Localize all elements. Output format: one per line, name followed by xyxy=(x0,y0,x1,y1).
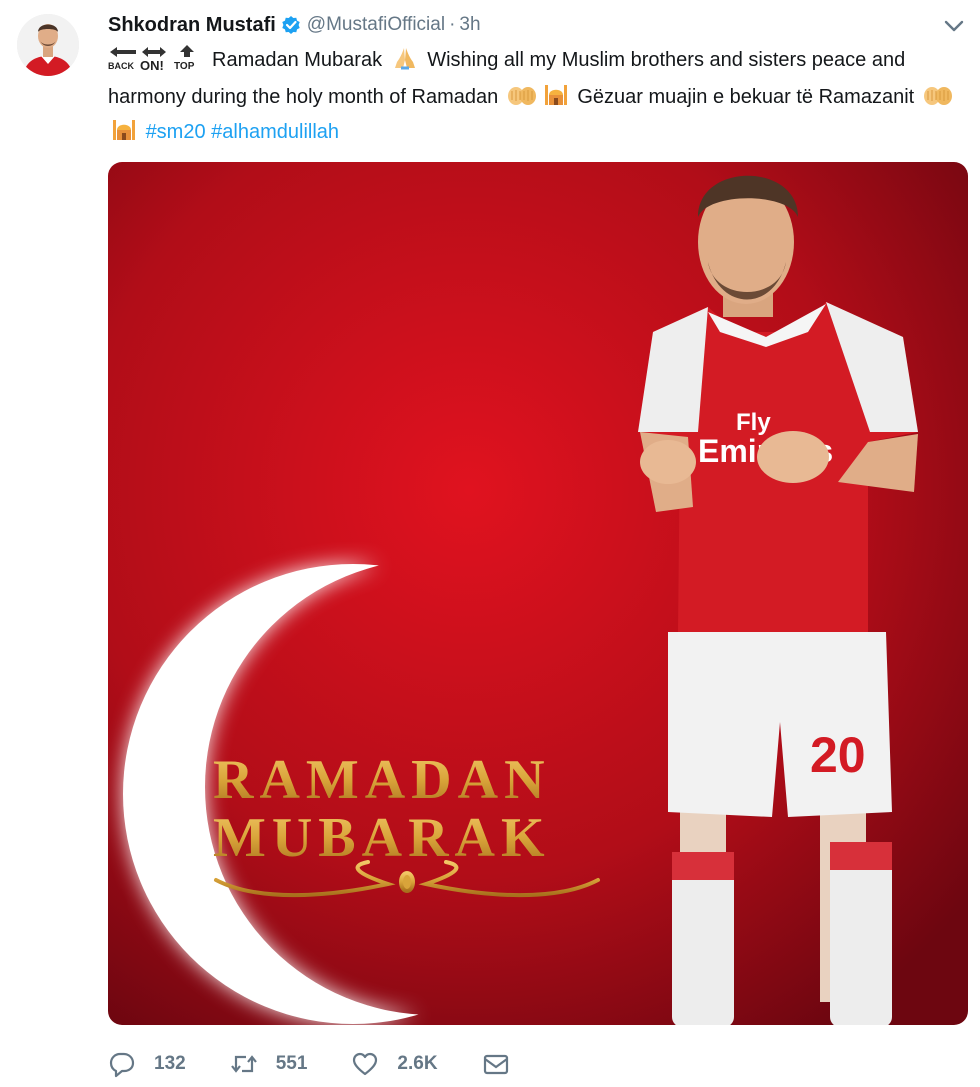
folded-hands-emoji xyxy=(391,46,419,79)
retweet-icon xyxy=(230,1055,257,1073)
reply-icon xyxy=(109,1052,135,1078)
retweet-count: 551 xyxy=(275,1053,308,1074)
poster-headline-1: RAMADAN xyxy=(213,749,551,811)
tweet-media-image[interactable]: 20 Fly Emirates RAMADAN xyxy=(108,162,968,1025)
svg-text:Fly: Fly xyxy=(736,409,771,436)
svg-text:20: 20 xyxy=(810,727,866,783)
verified-badge-icon xyxy=(281,15,301,35)
ramadan-poster: 20 Fly Emirates RAMADAN xyxy=(108,162,968,1025)
tweet-header: Shkodran Mustafi @MustafiOfficial · 3h xyxy=(108,10,481,40)
palms-up-emoji xyxy=(507,85,537,116)
svg-text:BACK: BACK xyxy=(108,61,134,71)
poster-headline-2: MUBARAK xyxy=(213,807,551,869)
like-button[interactable]: 2.6K xyxy=(351,1050,438,1078)
tweet[interactable]: Shkodran Mustafi @MustafiOfficial · 3h B… xyxy=(0,0,980,1087)
avatar-image xyxy=(17,14,79,76)
message-icon xyxy=(483,1054,508,1075)
tweet-text-part-1: Ramadan Mubarak xyxy=(212,49,383,71)
timestamp[interactable]: 3h xyxy=(459,14,480,36)
palms-up-emoji xyxy=(923,85,953,116)
reply-button[interactable]: 132 xyxy=(108,1050,186,1078)
user-handle[interactable]: @MustafiOfficial xyxy=(307,14,445,36)
hashtag-alhamdulillah[interactable]: #alhamdulillah xyxy=(211,121,339,143)
hashtag-sm20[interactable]: #sm20 xyxy=(146,121,206,143)
mosque-emoji xyxy=(543,81,569,116)
display-name[interactable]: Shkodran Mustafi xyxy=(108,14,276,37)
avatar[interactable] xyxy=(17,14,79,76)
svg-text:TOP: TOP xyxy=(174,61,195,72)
chevron-down-icon[interactable] xyxy=(942,16,966,36)
tweet-text: BACK ON! TOP Ramadan Mubarak Wishing all… xyxy=(108,44,968,151)
message-button[interactable] xyxy=(482,1050,510,1078)
separator-dot: · xyxy=(449,14,456,35)
tweet-actions: 132 551 2.6K xyxy=(108,1050,554,1078)
mosque-emoji xyxy=(111,116,137,151)
reply-count: 132 xyxy=(154,1053,186,1074)
svg-text:ON!: ON! xyxy=(140,58,164,72)
like-count: 2.6K xyxy=(397,1053,438,1074)
like-icon xyxy=(353,1052,378,1076)
tweet-text-part-3: Gëzuar muajin e bekuar të Ramazanit xyxy=(577,86,915,108)
retweet-button[interactable]: 551 xyxy=(230,1050,308,1078)
back-on-top-emoji: BACK ON! TOP xyxy=(108,44,206,81)
